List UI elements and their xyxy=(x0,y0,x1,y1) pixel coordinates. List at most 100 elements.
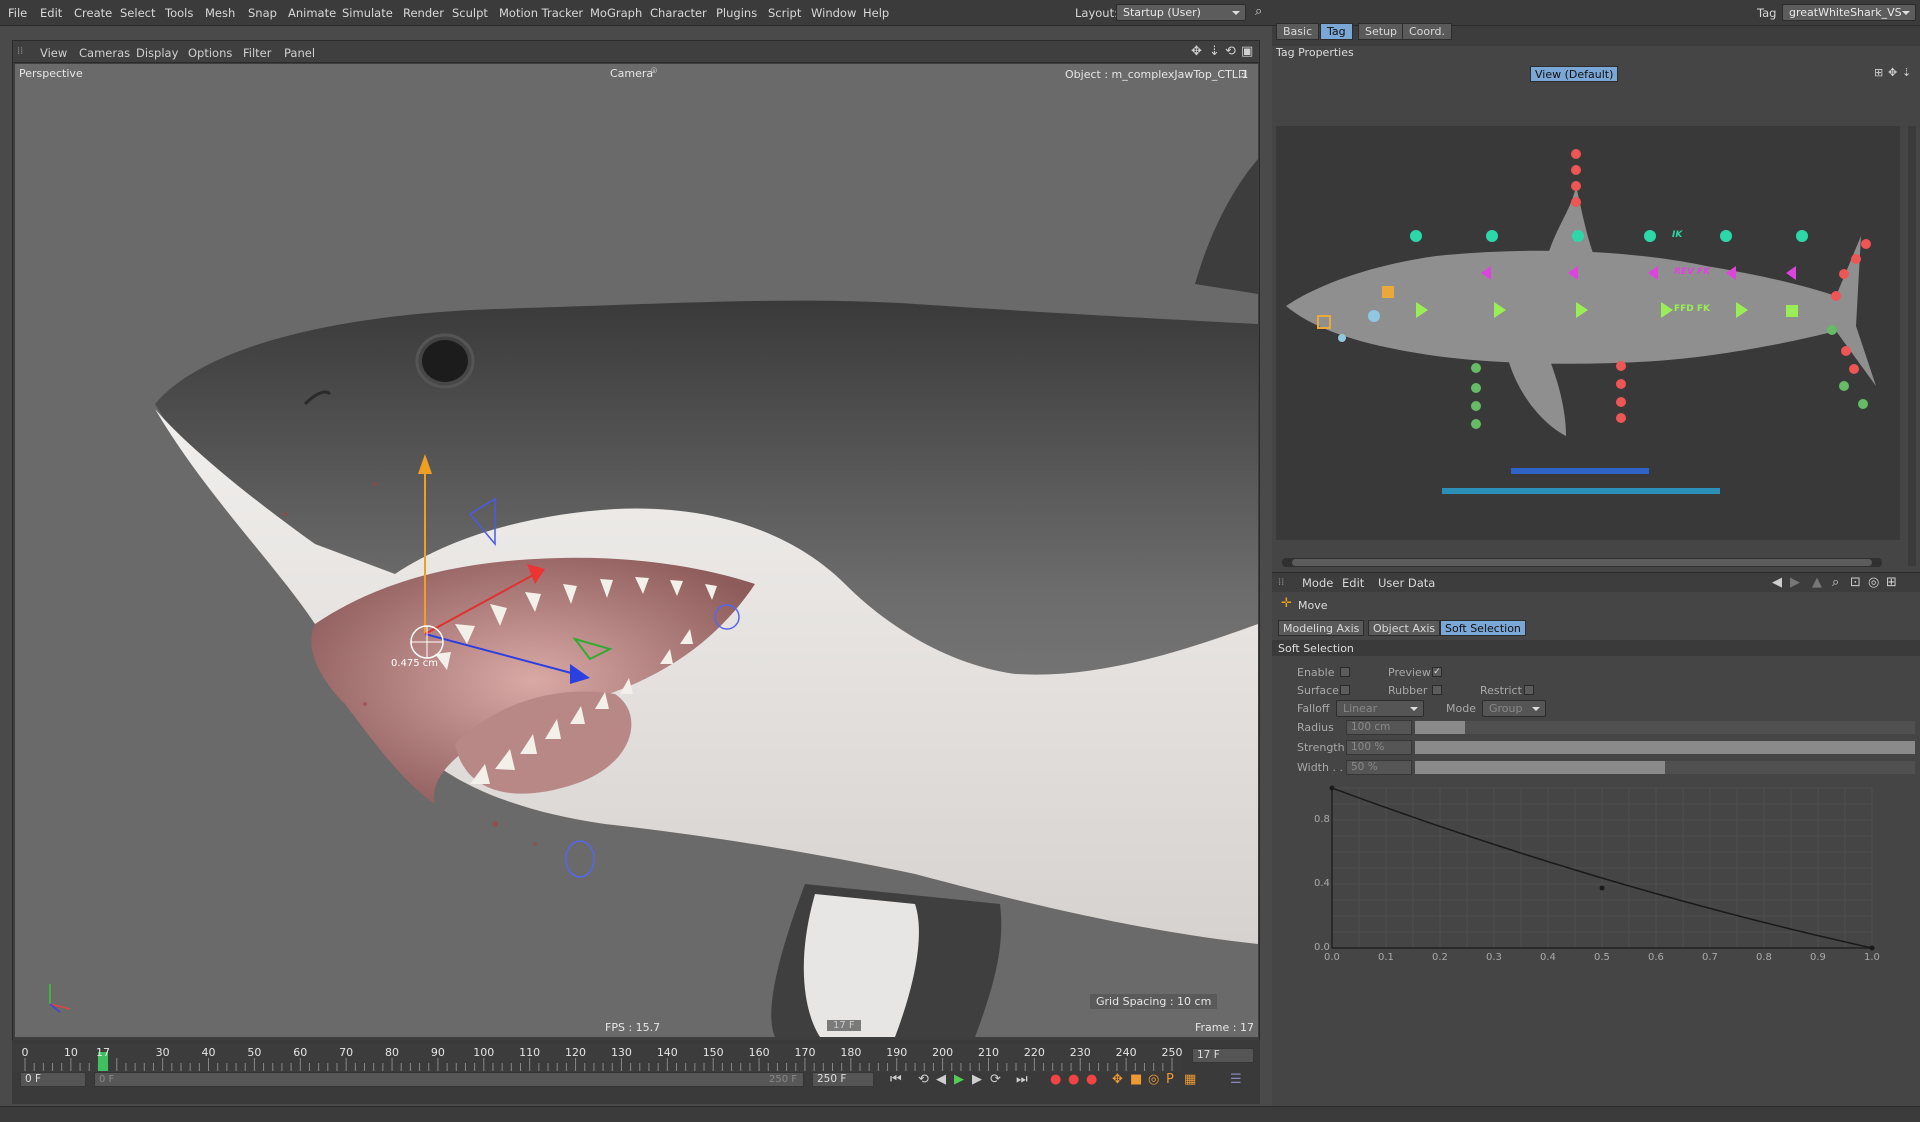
timeline-settings-icon[interactable]: ☰ xyxy=(1230,1073,1242,1086)
tab-object-axis[interactable]: Object Axis xyxy=(1368,620,1441,636)
camera-label[interactable]: Camera xyxy=(610,67,653,80)
move-view-icon[interactable]: ✥ xyxy=(1191,45,1202,58)
tab-basic[interactable]: Basic xyxy=(1276,23,1320,40)
vp-menu-view[interactable]: View xyxy=(40,46,67,60)
prev-key-icon[interactable]: ⟲ xyxy=(918,1073,929,1086)
menu-character[interactable]: Character xyxy=(650,6,707,20)
current-frame-field[interactable]: 17 F xyxy=(1192,1048,1254,1063)
rig-picker-view[interactable]: IK REV FK FFD FK xyxy=(1276,126,1900,540)
falloff-graph[interactable]: 0.8 0.4 0.0 0.0 0.1 0.2 0.3 0.4 0.5 0.6 0.7 0.8 0.9 1… xyxy=(1292,778,1912,978)
attr-menu-mode[interactable]: Mode xyxy=(1302,576,1333,590)
tab-setup[interactable]: Setup xyxy=(1358,23,1405,40)
radius-slider[interactable] xyxy=(1415,721,1915,734)
falloff-dropdown[interactable]: Linear xyxy=(1336,700,1424,717)
restrict-checkbox[interactable] xyxy=(1524,685,1534,695)
vp-menu-display[interactable]: Display xyxy=(136,46,178,60)
width-field[interactable]: 50 % xyxy=(1346,760,1412,775)
up-arrow-icon[interactable]: ▲ xyxy=(1812,576,1822,589)
zoom-view-icon[interactable]: ⇣ xyxy=(1209,45,1220,58)
tab-soft-selection[interactable]: Soft Selection xyxy=(1440,620,1526,636)
menu-simulate[interactable]: Simulate xyxy=(342,6,393,20)
menu-mesh[interactable]: Mesh xyxy=(205,6,235,20)
forward-arrow-icon[interactable]: ▶ xyxy=(1790,576,1800,589)
vp-menu-cameras[interactable]: Cameras xyxy=(79,46,130,60)
tab-tag[interactable]: Tag xyxy=(1320,23,1353,40)
mode-dropdown[interactable]: Group xyxy=(1482,700,1546,717)
menu-plugins[interactable]: Plugins xyxy=(716,6,757,20)
start-frame-field[interactable]: 0 F xyxy=(20,1072,86,1087)
menu-mograph[interactable]: MoGraph xyxy=(590,6,642,20)
attr-menu-edit[interactable]: Edit xyxy=(1342,576,1364,590)
layout-dropdown[interactable]: Startup (User) xyxy=(1116,4,1246,21)
end-frame-field[interactable]: 250 F xyxy=(812,1072,874,1087)
autokey-icon[interactable]: ● xyxy=(1068,1073,1079,1086)
play-icon[interactable]: ▶ xyxy=(954,1073,964,1086)
maximize-view-icon[interactable]: ▣ xyxy=(1241,45,1253,58)
surface-checkbox[interactable] xyxy=(1340,685,1350,695)
viewport-menubar: ⁞⁞ View Cameras Display Options Filter P… xyxy=(13,41,1259,63)
prev-frame-icon[interactable]: ◀ xyxy=(936,1073,946,1086)
position-key-icon[interactable]: ✥ xyxy=(1112,1073,1123,1086)
rig-scrollbar[interactable] xyxy=(1282,558,1882,567)
rubber-checkbox[interactable] xyxy=(1432,685,1442,695)
target-icon[interactable]: ◎ xyxy=(1868,576,1879,589)
new-manager-icon[interactable]: ⊞ xyxy=(1886,576,1897,589)
menu-select[interactable]: Select xyxy=(120,6,155,20)
range-slider[interactable]: 0 F 250 F xyxy=(94,1072,804,1087)
tab-coord[interactable]: Coord. xyxy=(1402,23,1452,40)
tag-dropdown[interactable]: greatWhiteShark_VS xyxy=(1782,4,1916,21)
strength-field[interactable]: 100 % xyxy=(1346,740,1412,755)
menu-help[interactable]: Help xyxy=(863,6,889,20)
3d-viewport[interactable]: Perspective Camera ⌾ Object : m_complexJ… xyxy=(15,64,1258,1037)
rev-fk-label[interactable]: REV FK xyxy=(1674,267,1710,277)
next-key-icon[interactable]: ⟳ xyxy=(990,1073,1001,1086)
next-frame-icon[interactable]: ▶ xyxy=(972,1073,982,1086)
go-to-end-icon[interactable]: ⏭ xyxy=(1016,1073,1028,1086)
tab-modeling-axis[interactable]: Modeling Axis xyxy=(1278,620,1365,636)
go-to-start-icon[interactable]: ⏮ xyxy=(890,1073,902,1086)
preview-checkbox[interactable]: ✓ xyxy=(1432,667,1442,677)
menu-sculpt[interactable]: Sculpt xyxy=(452,6,488,20)
radius-field[interactable]: 100 cm xyxy=(1346,720,1412,735)
zoom-view-icon[interactable]: ⇣ xyxy=(1902,66,1911,79)
keyframe-selection-icon[interactable]: ● xyxy=(1086,1073,1097,1086)
menu-window[interactable]: Window xyxy=(811,6,856,20)
menu-tools[interactable]: Tools xyxy=(165,6,193,20)
vp-menu-panel[interactable]: Panel xyxy=(284,46,315,60)
ik-label[interactable]: IK xyxy=(1672,230,1682,240)
timeline-tick-label: 50 xyxy=(247,1046,262,1059)
menu-animate[interactable]: Animate xyxy=(288,6,336,20)
enable-checkbox[interactable] xyxy=(1340,667,1350,677)
menu-file[interactable]: File xyxy=(8,6,27,20)
record-icon[interactable]: ● xyxy=(1050,1073,1061,1086)
menu-create[interactable]: Create xyxy=(74,6,112,20)
timeline-tick-label: 210 xyxy=(977,1046,999,1059)
vp-menu-options[interactable]: Options xyxy=(188,46,232,60)
back-arrow-icon[interactable]: ◀ xyxy=(1772,576,1782,589)
timeline-ruler[interactable]: 0 10 17 30 40 50 60 70 80 90 100 110 120 130 140 150 160… xyxy=(12,1044,1183,1072)
rig-vscrollbar[interactable] xyxy=(1908,126,1916,566)
menu-render[interactable]: Render xyxy=(403,6,444,20)
lock-icon[interactable]: ⊡ xyxy=(1238,67,1247,80)
rotation-key-icon[interactable]: ◎ xyxy=(1148,1073,1159,1086)
menu-script[interactable]: Script xyxy=(768,6,801,20)
pla-key-icon[interactable]: ▦ xyxy=(1184,1073,1196,1086)
ffd-fk-label[interactable]: FFD FK xyxy=(1674,304,1710,314)
timeline-tick-label: 250 xyxy=(1161,1046,1183,1059)
menu-motion-tracker[interactable]: Motion Tracker xyxy=(499,6,583,20)
add-view-icon[interactable]: ⊞ xyxy=(1874,66,1883,79)
view-default-button[interactable]: View (Default) xyxy=(1530,66,1619,82)
restrict-label: Restrict xyxy=(1480,684,1522,697)
attr-menu-user-data[interactable]: User Data xyxy=(1378,576,1435,590)
menu-snap[interactable]: Snap xyxy=(248,6,277,20)
rig-scrollbar-thumb[interactable] xyxy=(1292,559,1872,566)
search-icon[interactable]: ⌕ xyxy=(1255,5,1262,18)
lock-icon[interactable]: ⊡ xyxy=(1850,576,1861,589)
menu-edit[interactable]: Edit xyxy=(40,6,62,20)
search-icon[interactable]: ⌕ xyxy=(1832,576,1839,589)
scale-key-icon[interactable]: ■ xyxy=(1130,1073,1142,1086)
rotate-view-icon[interactable]: ⟲ xyxy=(1225,45,1236,58)
param-key-icon[interactable]: P xyxy=(1166,1073,1174,1086)
move-view-icon[interactable]: ✥ xyxy=(1888,66,1897,79)
vp-menu-filter[interactable]: Filter xyxy=(243,46,271,60)
